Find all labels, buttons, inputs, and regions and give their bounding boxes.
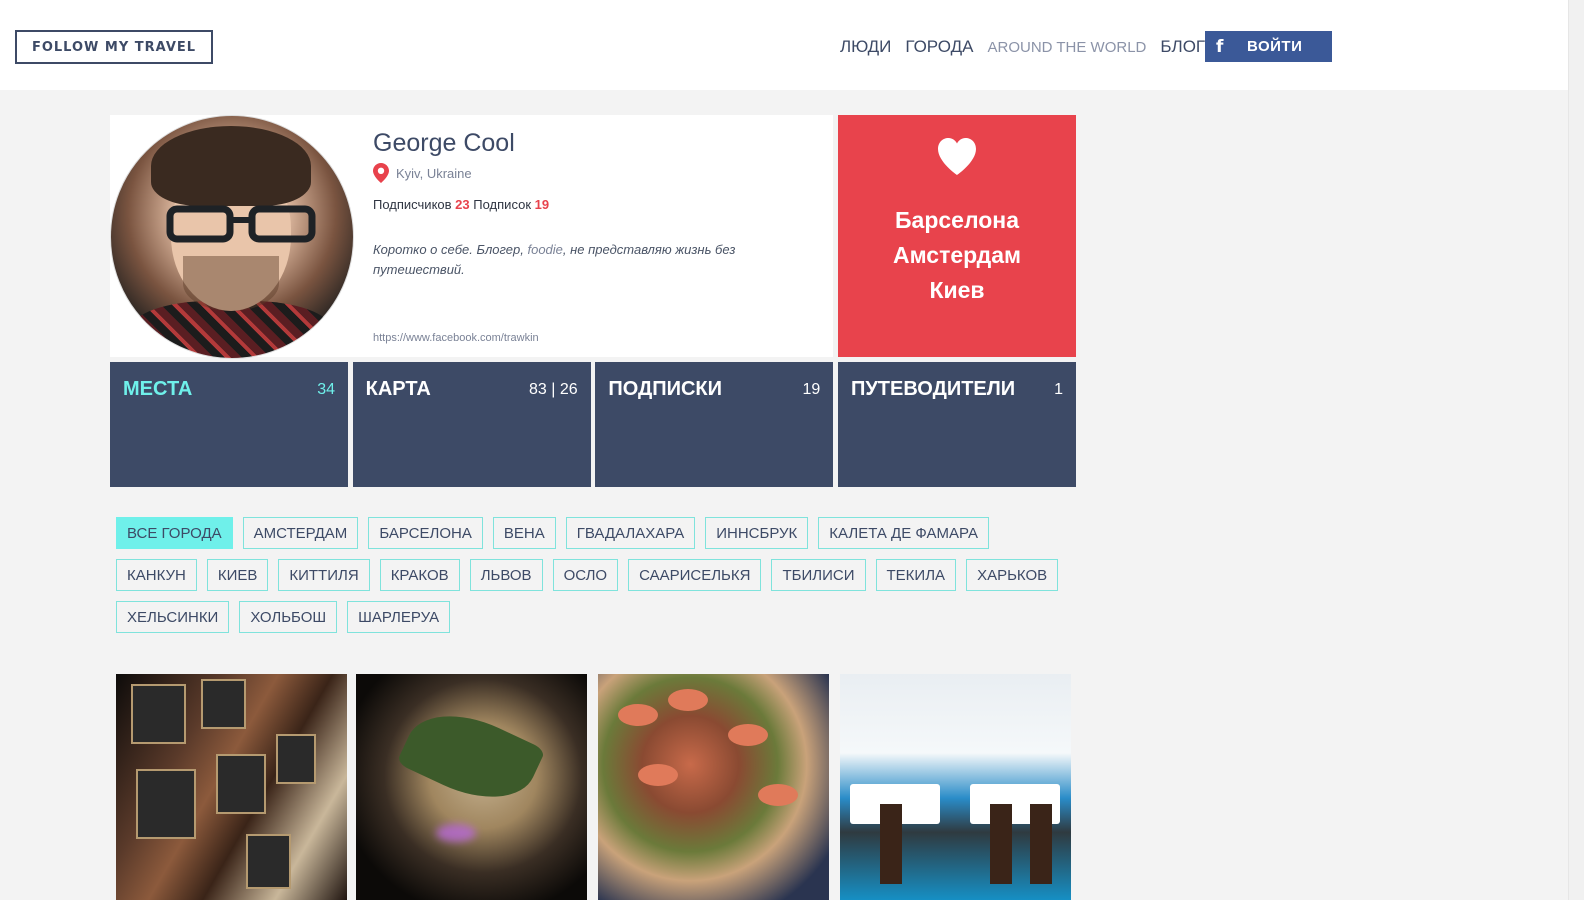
place-photo-cocktail[interactable] bbox=[356, 674, 587, 900]
tab-count: 34 bbox=[317, 381, 335, 398]
tab-label: МЕСТА bbox=[123, 378, 193, 400]
city-filter-list: ВСЕ ГОРОДА АМСТЕРДАМ БАРСЕЛОНА ВЕНА ГВАДАЛАХ… bbox=[116, 517, 1076, 643]
location-text: Kyiv, Ukraine bbox=[396, 165, 472, 181]
tab-label: ПУТЕВОДИТЕЛИ bbox=[850, 378, 1016, 400]
followers-label[interactable]: Подписчиков bbox=[373, 197, 452, 212]
city-filter-chip[interactable]: ШАРЛЕРУА bbox=[347, 601, 451, 633]
tab-count: 83 | 26 bbox=[529, 381, 578, 398]
site-logo[interactable]: FOLLOW MY TRAVEL bbox=[15, 30, 213, 64]
favorite-city[interactable]: Киев bbox=[838, 273, 1076, 308]
city-filter-chip[interactable]: КАНКУН bbox=[116, 559, 197, 591]
bio-text: Коротко о себе. Блогер, bbox=[373, 242, 528, 257]
city-filter-chip[interactable]: КИТТИЛЯ bbox=[278, 559, 370, 591]
profile-tabs: МЕСТА 34 КАРТА 83 | 26 ПОДПИСКИ 19 ПУТЕВ… bbox=[110, 362, 1076, 487]
tab-map[interactable]: КАРТА 83 | 26 bbox=[352, 362, 591, 487]
favorite-city[interactable]: Амстердам bbox=[838, 238, 1076, 273]
city-filter-row: ВСЕ ГОРОДА АМСТЕРДАМ БАРСЕЛОНА ВЕНА ГВАДАЛАХ… bbox=[116, 517, 1076, 549]
nav-cities[interactable]: ГОРОДА bbox=[905, 37, 973, 57]
avatar bbox=[110, 115, 354, 359]
tab-label: КАРТА bbox=[365, 378, 431, 400]
login-label: ВОЙТИ bbox=[1247, 38, 1303, 55]
location-pin-icon bbox=[373, 163, 389, 183]
nav-blog[interactable]: БЛОГ bbox=[1160, 37, 1205, 57]
facebook-login-button[interactable]: f ВОЙТИ bbox=[1205, 31, 1332, 62]
favorite-city[interactable]: Барселона bbox=[838, 203, 1076, 238]
city-filter-chip[interactable]: ХЕЛЬСИНКИ bbox=[116, 601, 230, 633]
site-header: FOLLOW MY TRAVEL ЛЮДИ ГОРОДА AROUND THE … bbox=[0, 0, 1568, 90]
favorite-cities-card: Барселона Амстердам Киев bbox=[838, 115, 1076, 357]
city-filter-chip[interactable]: ТБИЛИСИ bbox=[771, 559, 866, 591]
bio-link-foodie[interactable]: foodie bbox=[527, 242, 562, 257]
city-filter-chip[interactable]: ОСЛО bbox=[552, 559, 619, 591]
favorite-cities-list: Барселона Амстердам Киев bbox=[838, 203, 1076, 308]
profile-location: Kyiv, Ukraine bbox=[373, 163, 472, 183]
tab-places[interactable]: МЕСТА 34 bbox=[110, 362, 348, 487]
page-scrollbar[interactable] bbox=[1568, 0, 1584, 900]
facebook-link[interactable]: https://www.facebook.com/trawkin bbox=[373, 332, 539, 344]
places-photo-grid bbox=[116, 674, 1076, 900]
tab-subscriptions[interactable]: ПОДПИСКИ 19 bbox=[595, 362, 834, 487]
city-filter-chip[interactable]: ВЕНА bbox=[492, 517, 556, 549]
city-filter-chip[interactable]: ЛЬВОВ bbox=[469, 559, 543, 591]
city-filter-chip[interactable]: БАРСЕЛОНА bbox=[368, 517, 483, 549]
follow-stats: Подписчиков 23 Подписок 19 bbox=[373, 197, 549, 212]
city-filter-chip[interactable]: СААРИСЕЛЬКЯ bbox=[628, 559, 762, 591]
nav-people[interactable]: ЛЮДИ bbox=[840, 37, 891, 57]
city-filter-row: КАНКУН КИЕВ КИТТИЛЯ КРАКОВ ЛЬВОВ ОСЛО СААРИСЕЛ… bbox=[116, 559, 1076, 591]
city-filter-chip[interactable]: КРАКОВ bbox=[379, 559, 460, 591]
tab-label: ПОДПИСКИ bbox=[608, 378, 723, 400]
city-filter-chip[interactable]: ТЕКИЛА bbox=[875, 559, 957, 591]
heart-icon[interactable] bbox=[936, 137, 978, 177]
tab-count: 19 bbox=[802, 381, 821, 398]
city-filter-chip[interactable]: ХАРЬКОВ bbox=[966, 559, 1059, 591]
city-filter-chip[interactable]: КАЛЕТА ДЕ ФАМАРА bbox=[818, 517, 989, 549]
following-count[interactable]: 19 bbox=[535, 197, 549, 212]
facebook-icon: f bbox=[1216, 36, 1224, 57]
profile-bio: Коротко о себе. Блогер, foodie, не предс… bbox=[373, 240, 793, 280]
city-filter-chip[interactable]: ВСЕ ГОРОДА bbox=[116, 517, 233, 549]
city-filter-row: ХЕЛЬСИНКИ ХОЛЬБОШ ШАРЛЕРУА bbox=[116, 601, 1076, 633]
tab-guides[interactable]: ПУТЕВОДИТЕЛИ 1 bbox=[837, 362, 1076, 487]
glasses-shape bbox=[166, 205, 316, 243]
city-filter-chip[interactable]: ХОЛЬБОШ bbox=[239, 601, 338, 633]
city-filter-chip[interactable]: ИННСБРУК bbox=[705, 517, 809, 549]
city-filter-chip[interactable]: КИЕВ bbox=[206, 559, 269, 591]
place-photo-gallery-wall[interactable] bbox=[116, 674, 347, 900]
tab-count: 1 bbox=[1054, 381, 1063, 398]
main-nav: ЛЮДИ ГОРОДА AROUND THE WORLD БЛОГ bbox=[840, 32, 1219, 62]
profile-card: George Cool Kyiv, Ukraine Подписчиков 23… bbox=[110, 115, 833, 359]
place-photo-seafood[interactable] bbox=[598, 674, 829, 900]
place-photo-restaurant[interactable] bbox=[840, 674, 1071, 900]
following-label[interactable]: Подписок bbox=[473, 197, 531, 212]
profile-name: George Cool bbox=[373, 129, 515, 157]
nav-around-the-world[interactable]: AROUND THE WORLD bbox=[987, 39, 1146, 56]
city-filter-chip[interactable]: ГВАДАЛАХАРА bbox=[565, 517, 696, 549]
followers-count[interactable]: 23 bbox=[455, 197, 469, 212]
city-filter-chip[interactable]: АМСТЕРДАМ bbox=[242, 517, 359, 549]
